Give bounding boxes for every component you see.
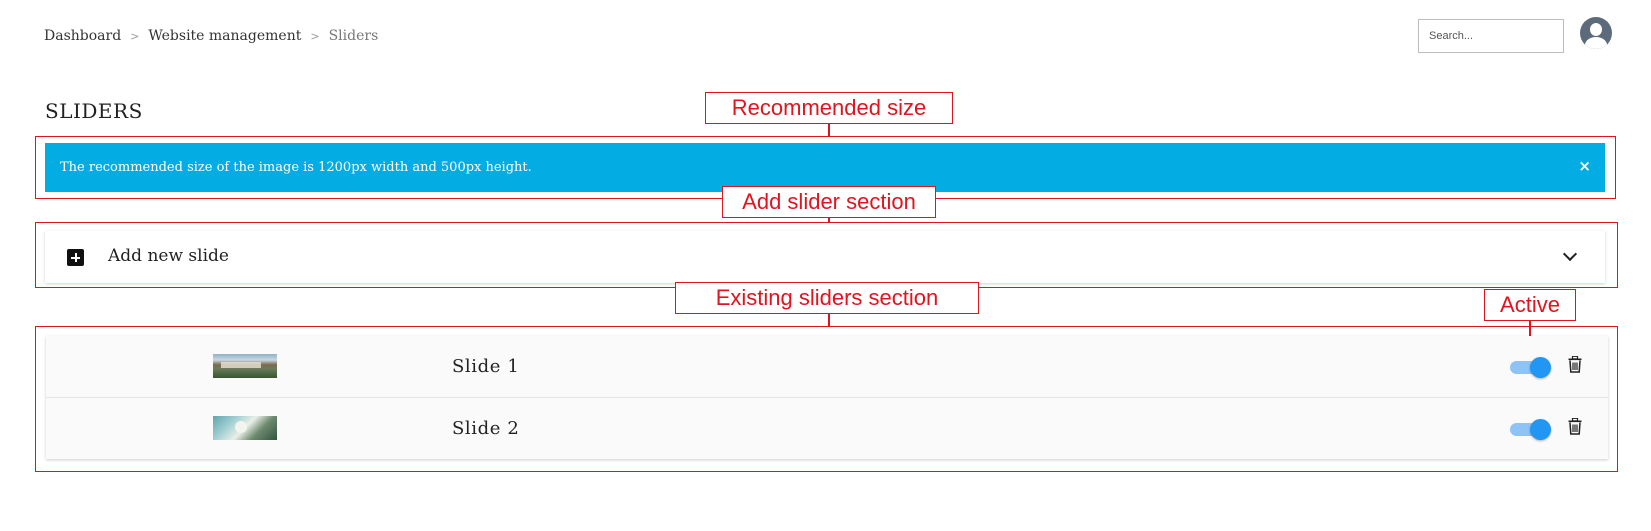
trash-icon[interactable]	[1568, 418, 1582, 435]
info-alert: The recommended size of the image is 120…	[45, 143, 1605, 192]
table-row: Slide 1	[46, 336, 1608, 398]
active-toggle[interactable]	[1508, 357, 1551, 378]
slide-thumbnail	[213, 354, 277, 378]
toggle-knob	[1530, 357, 1551, 378]
toggle-knob	[1530, 419, 1551, 440]
annotation-existing-sliders-section-label: Existing sliders section	[675, 282, 979, 314]
annotation-recommended-size-label: Recommended size	[705, 92, 953, 124]
alert-message: The recommended size of the image is 120…	[60, 160, 532, 175]
annotation-connector	[828, 124, 830, 136]
breadcrumb-dashboard[interactable]: Dashboard	[44, 28, 121, 44]
annotation-connector	[828, 314, 830, 326]
breadcrumb-separator: >	[130, 29, 140, 43]
chevron-down-icon[interactable]	[1562, 246, 1578, 262]
avatar[interactable]	[1580, 17, 1612, 49]
annotation-active-label: Active	[1484, 289, 1576, 321]
breadcrumb: Dashboard > Website management > Sliders	[44, 28, 378, 44]
page-title: SLIDERS	[45, 99, 143, 123]
annotation-add-slider-section-label: Add slider section	[722, 186, 936, 218]
trash-icon[interactable]	[1568, 356, 1582, 373]
table-row: Slide 2	[46, 398, 1608, 459]
active-toggle[interactable]	[1508, 419, 1551, 440]
avatar-body	[1585, 37, 1607, 49]
breadcrumb-sliders: Sliders	[328, 28, 379, 44]
add-new-slide-panel[interactable]: Add new slide	[45, 231, 1605, 283]
breadcrumb-website-management[interactable]: Website management	[148, 28, 301, 44]
avatar-head	[1590, 23, 1602, 36]
slide-name: Slide 2	[452, 418, 520, 439]
close-icon[interactable]: ×	[1578, 157, 1591, 175]
slide-name: Slide 1	[452, 356, 520, 377]
search-input[interactable]	[1418, 19, 1564, 53]
slide-thumbnail	[213, 416, 277, 440]
plus-square-icon	[67, 249, 84, 266]
add-new-slide-label: Add new slide	[108, 246, 229, 266]
slides-list: Slide 1 Slide 2	[46, 336, 1608, 459]
breadcrumb-separator: >	[310, 29, 320, 43]
